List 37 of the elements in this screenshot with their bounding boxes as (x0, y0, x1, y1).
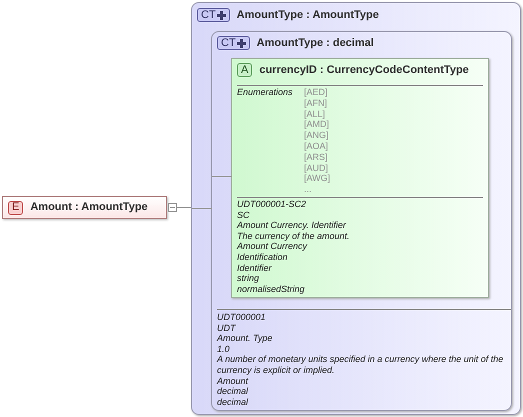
node-title: Amount : AmountType (30, 200, 148, 216)
doc-line: UDT000001-SC2 (237, 198, 308, 210)
enumeration-value: [ALL] (304, 108, 326, 120)
enumeration-value: [AUD] (304, 162, 330, 174)
doc-line: Identification (237, 252, 289, 263)
doc-line: normalisedString (237, 284, 306, 294)
type-badge: A (237, 63, 252, 77)
doc-line: Amount Currency (237, 241, 308, 252)
doc-line: string (237, 273, 260, 284)
type-badge: CT (197, 8, 230, 22)
doc-line: UDT (217, 322, 237, 334)
enumeration-value: [AFN] (304, 98, 328, 109)
enumeration-value: [AED] (304, 87, 329, 98)
enumeration-value: [AWG] (304, 173, 330, 184)
doc-line: decimal (217, 386, 250, 397)
doc-line: UDT000001 (217, 312, 267, 323)
enumeration-value: [ARS] (304, 152, 329, 163)
collapse-icon[interactable] (168, 203, 177, 212)
doc-line: 1.0 (217, 344, 231, 354)
doc-line: Amount Currency. Identifier (237, 220, 348, 231)
enumerations-label: Enumerations (237, 87, 294, 99)
enumeration-value: ... (304, 184, 313, 195)
node-title: AmountType : AmountType (236, 8, 379, 23)
node-title: AmountType : decimal (256, 36, 374, 51)
doc-line: The currency of the amount. (237, 230, 351, 242)
enumeration-value: [AMD] (304, 119, 330, 130)
type-badge: E (8, 200, 24, 214)
doc-line: decimal (217, 396, 250, 408)
doc-line: Identifier (237, 262, 273, 274)
doc-line: Amount (217, 376, 250, 386)
enumeration-value: [ANG] (304, 130, 330, 141)
doc-line: Amount. Type (217, 333, 274, 344)
enumeration-value: [AOA] (304, 140, 330, 152)
node-title: currencyID : CurrencyCodeContentType (259, 62, 469, 78)
doc-line: SC (237, 210, 251, 220)
type-badge: CT (217, 36, 250, 50)
doc-line: A number of monetary units specified in a currency where the unit of the currency is explicit or implied. (217, 354, 504, 376)
